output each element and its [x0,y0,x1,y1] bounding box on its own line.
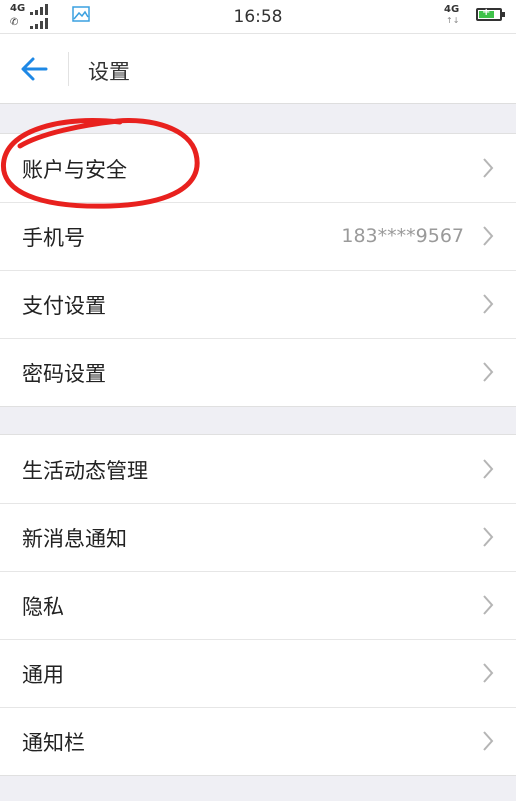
chevron-right-icon [483,731,494,751]
settings-row-general[interactable]: 通用 [0,639,516,707]
settings-row-phone-number[interactable]: 手机号 183****9567 [0,202,516,270]
row-label: 新消息通知 [22,527,127,551]
clock: 16:58 [233,7,283,27]
row-label: 通知栏 [22,731,85,755]
settings-group-general: 生活动态管理 新消息通知 隐私 通用 通知栏 [0,434,516,776]
phone-number-value: 183****9567 [341,225,464,247]
settings-row-notifications[interactable]: 新消息通知 [0,503,516,571]
status-right: 4G ↑↓ + [442,4,505,30]
settings-row-password[interactable]: 密码设置 [0,338,516,406]
row-label: 手机号 [22,226,85,250]
data-arrows-icon: ↑↓ [446,16,460,25]
chevron-right-icon [483,362,494,382]
chevron-right-icon [483,663,494,683]
row-label: 账户与安全 [22,158,127,182]
settings-row-account-security[interactable]: 账户与安全 [0,134,516,202]
settings-row-notification-bar[interactable]: 通知栏 [0,707,516,775]
chevron-right-icon [483,226,494,246]
status-bar: 4G ✆ 16:58 4G ↑↓ + [0,0,516,34]
battery-icon: + [476,7,505,21]
row-label: 密码设置 [22,362,106,386]
chevron-right-icon [483,459,494,479]
settings-row-life-feed[interactable]: 生活动态管理 [0,435,516,503]
nav-bar: 设置 [0,34,516,104]
charging-icon: + [482,7,491,18]
row-label: 支付设置 [22,294,106,318]
nav-divider [68,52,69,86]
chevron-right-icon [483,527,494,547]
chevron-right-icon [483,595,494,615]
row-label: 通用 [22,663,64,687]
row-label: 隐私 [22,595,64,619]
network-type-label-right: 4G [444,4,460,15]
back-button[interactable] [14,52,50,86]
back-arrow-icon [21,57,48,81]
row-label: 生活动态管理 [22,459,148,483]
page-title: 设置 [88,60,130,84]
settings-group-account: 账户与安全 手机号 183****9567 支付设置 密码设置 [0,133,516,407]
settings-row-payment[interactable]: 支付设置 [0,270,516,338]
chevron-right-icon [483,294,494,314]
chevron-right-icon [483,158,494,178]
settings-row-privacy[interactable]: 隐私 [0,571,516,639]
